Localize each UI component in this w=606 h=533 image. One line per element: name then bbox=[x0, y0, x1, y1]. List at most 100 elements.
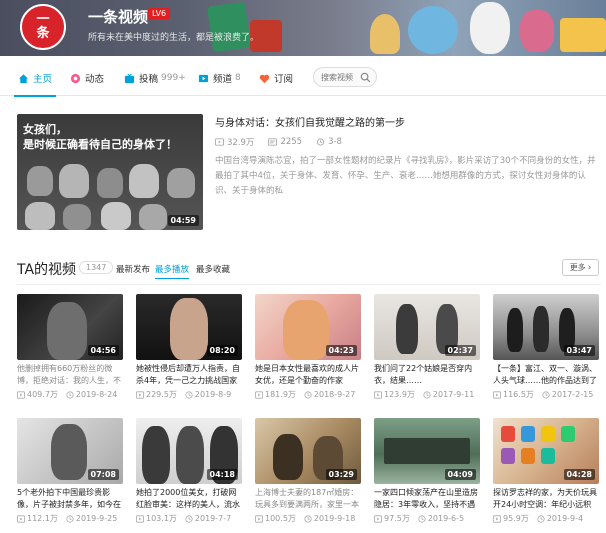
video-card[interactable]: 08:20 她被性侵后却遭万人指责，自杀4年，凭一己之力挑战国家 229.5万 … bbox=[136, 294, 242, 400]
video-thumbnail[interactable]: 04:18 bbox=[136, 418, 242, 484]
video-thumbnail[interactable]: 03:29 bbox=[255, 418, 361, 484]
video-title[interactable]: 她是日本女性最喜欢的成人片女优，还是个勤奋的作家 bbox=[255, 363, 361, 387]
clock-icon bbox=[185, 514, 193, 523]
channel-nav: 主页 动态 投稿 999+ 频道 8 订阅 bbox=[0, 60, 606, 97]
date-value: 2019-9-18 bbox=[313, 514, 356, 523]
heart-icon bbox=[259, 74, 270, 83]
video-card[interactable]: 04:56 他删掉拥有660万粉丝的微博，拒绝对话：我的人生，不 409.7万 … bbox=[17, 294, 123, 400]
thumbnail-figure bbox=[27, 166, 53, 196]
play-count-icon bbox=[255, 514, 263, 523]
plays-value: 123.9万 bbox=[384, 390, 415, 399]
thumbnail-figure bbox=[533, 306, 549, 352]
featured-video-thumbnail[interactable]: 女孩们， 是时候正确看待自己的身体了！ 04:59 bbox=[17, 114, 203, 230]
video-thumbnail[interactable]: 04:23 bbox=[255, 294, 361, 360]
video-thumbnail[interactable]: 07:08 bbox=[17, 418, 123, 484]
channel-avatar[interactable]: 一 条 bbox=[20, 4, 66, 50]
section-title: TA的视频 bbox=[17, 262, 77, 278]
video-duration: 03:47 bbox=[563, 345, 595, 356]
video-meta: 116.5万 2017-2-15 bbox=[493, 389, 599, 400]
video-title[interactable]: 我们问了22个姑娘是否穿内衣，结果…… bbox=[374, 363, 480, 387]
tab-channels[interactable]: 频道 8 bbox=[198, 60, 241, 96]
thumbnail-figure bbox=[541, 426, 555, 442]
video-title[interactable]: 5个老外拍下中国最珍贵影像，片子被封禁多年，如今在 bbox=[17, 487, 123, 511]
featured-description: 中国台湾导演陈芯宜，拍了一部女性题材的纪录片《寻找乳房》，影片采访了30个不同身… bbox=[215, 156, 596, 196]
video-title[interactable]: 他删掉拥有660万粉丝的微博，拒绝对话：我的人生，不 bbox=[17, 363, 123, 387]
banner-decoration bbox=[408, 6, 458, 54]
video-card[interactable]: 03:29 上海博士夫妻的187㎡婚房：玩具多到要满两所，家里一本 100.5万… bbox=[255, 418, 361, 524]
thumbnail-figure bbox=[97, 168, 123, 198]
video-card[interactable]: 04:23 她是日本女性最喜欢的成人片女优，还是个勤奋的作家 181.9万 20… bbox=[255, 294, 361, 400]
video-card[interactable]: 07:08 5个老外拍下中国最珍贵影像，片子被封禁多年，如今在 112.1万 2… bbox=[17, 418, 123, 524]
search-icon[interactable] bbox=[360, 72, 371, 83]
clock-icon bbox=[316, 138, 325, 146]
clock-icon bbox=[66, 514, 74, 523]
thumbnail-figure bbox=[129, 164, 159, 198]
video-card[interactable]: 04:28 探访罗志祥的家，为天价玩具开24小时空调：年纪小远积不 95.9万 … bbox=[493, 418, 599, 524]
video-card[interactable]: 03:47 【一条】富江、双一、漩涡、人头气球……他的作品达到了 116.5万 … bbox=[493, 294, 599, 400]
video-duration: 03:29 bbox=[325, 469, 357, 480]
date-value: 2019-8-9 bbox=[194, 390, 232, 399]
play-count-icon bbox=[374, 390, 382, 399]
thumbnail-figure bbox=[521, 448, 535, 464]
tab-label: 投稿 bbox=[139, 74, 159, 85]
thumbnail-figure bbox=[51, 424, 87, 480]
tab-home[interactable]: 主页 bbox=[13, 60, 57, 97]
thumbnail-figure bbox=[521, 426, 535, 442]
video-meta: 229.5万 2019-8-9 bbox=[136, 389, 242, 400]
search-input[interactable] bbox=[321, 72, 359, 82]
tab-uploads[interactable]: 投稿 999+ bbox=[124, 60, 186, 96]
video-title[interactable]: 她拍了2000位美女，打破网红脸审美：这样的美人，流水线 bbox=[136, 487, 242, 511]
video-meta: 95.9万 2019-9-4 bbox=[493, 513, 599, 524]
video-thumbnail[interactable]: 04:09 bbox=[374, 418, 480, 484]
banner-decoration bbox=[560, 18, 606, 52]
featured-title[interactable]: 与身体对话：女孩们自我觉醒之路的第一步 bbox=[215, 114, 405, 129]
play-count-icon bbox=[493, 514, 501, 523]
thumbnail-figure bbox=[501, 448, 515, 464]
video-duration: 02:37 bbox=[444, 345, 476, 356]
thumbnail-figure bbox=[541, 448, 555, 464]
video-title[interactable]: 她被性侵后却遭万人指责，自杀4年，凭一己之力挑战国家 bbox=[136, 363, 242, 387]
video-title[interactable]: 探访罗志祥的家，为天价玩具开24小时空调：年纪小远积不 bbox=[493, 487, 599, 511]
thumbnail-figure bbox=[176, 426, 204, 484]
banner-decoration bbox=[470, 2, 510, 54]
video-thumbnail[interactable]: 08:20 bbox=[136, 294, 242, 360]
play-count-icon bbox=[374, 514, 382, 523]
chevron-right-icon: › bbox=[587, 262, 592, 273]
video-title[interactable]: 【一条】富江、双一、漩涡、人头气球……他的作品达到了 bbox=[493, 363, 599, 387]
sort-most-played[interactable]: 最多播放 bbox=[155, 263, 190, 279]
video-thumbnail[interactable]: 03:47 bbox=[493, 294, 599, 360]
video-thumbnail[interactable]: 04:28 bbox=[493, 418, 599, 484]
video-duration: 07:08 bbox=[87, 469, 119, 480]
play-count-icon bbox=[255, 390, 263, 399]
tab-subscriptions[interactable]: 订阅 bbox=[259, 60, 293, 96]
thumbnail-figure bbox=[170, 298, 208, 360]
video-duration: 04:23 bbox=[325, 345, 357, 356]
video-thumbnail[interactable]: 04:56 bbox=[17, 294, 123, 360]
date-value: 2017-2-15 bbox=[551, 390, 594, 399]
channel-name[interactable]: 一条视频 bbox=[88, 6, 148, 27]
plays-value: 97.5万 bbox=[384, 514, 410, 523]
video-title[interactable]: 上海博士夫妻的187㎡婚房：玩具多到要满两所，家里一本 bbox=[255, 487, 361, 511]
video-card[interactable]: 02:37 我们问了22个姑娘是否穿内衣，结果…… 123.9万 2017-9-… bbox=[374, 294, 480, 400]
clock-icon bbox=[304, 514, 312, 523]
featured-date: 3-8 bbox=[316, 136, 342, 148]
video-thumbnail[interactable]: 02:37 bbox=[374, 294, 480, 360]
plays-value: 116.5万 bbox=[503, 390, 534, 399]
video-duration: 04:18 bbox=[206, 469, 238, 480]
play-count-icon bbox=[136, 390, 144, 399]
banner-decoration bbox=[370, 14, 400, 54]
thumbnail-figure bbox=[396, 304, 418, 354]
sort-most-favorited[interactable]: 最多收藏 bbox=[196, 263, 230, 275]
thumbnail-figure bbox=[25, 202, 55, 230]
tab-label: 动态 bbox=[85, 74, 105, 85]
danmaku-value: 2255 bbox=[280, 137, 303, 147]
video-title[interactable]: 一家四口倾家荡产在山里造房隐居：3年零收入，坚持不遇 bbox=[374, 487, 480, 511]
tab-feed[interactable]: 动态 bbox=[70, 60, 104, 96]
more-button[interactable]: 更多 › bbox=[562, 259, 599, 276]
sort-latest[interactable]: 最新发布 bbox=[116, 263, 150, 275]
tab-count: 999+ bbox=[161, 73, 186, 83]
video-card[interactable]: 04:18 她拍了2000位美女，打破网红脸审美：这样的美人，流水线 103.1… bbox=[136, 418, 242, 524]
date-value: 2019-6-5 bbox=[427, 514, 465, 523]
video-card[interactable]: 04:09 一家四口倾家荡产在山里造房隐居：3年零收入，坚持不遇 97.5万 2… bbox=[374, 418, 480, 524]
video-meta: 97.5万 2019-6-5 bbox=[374, 513, 480, 524]
